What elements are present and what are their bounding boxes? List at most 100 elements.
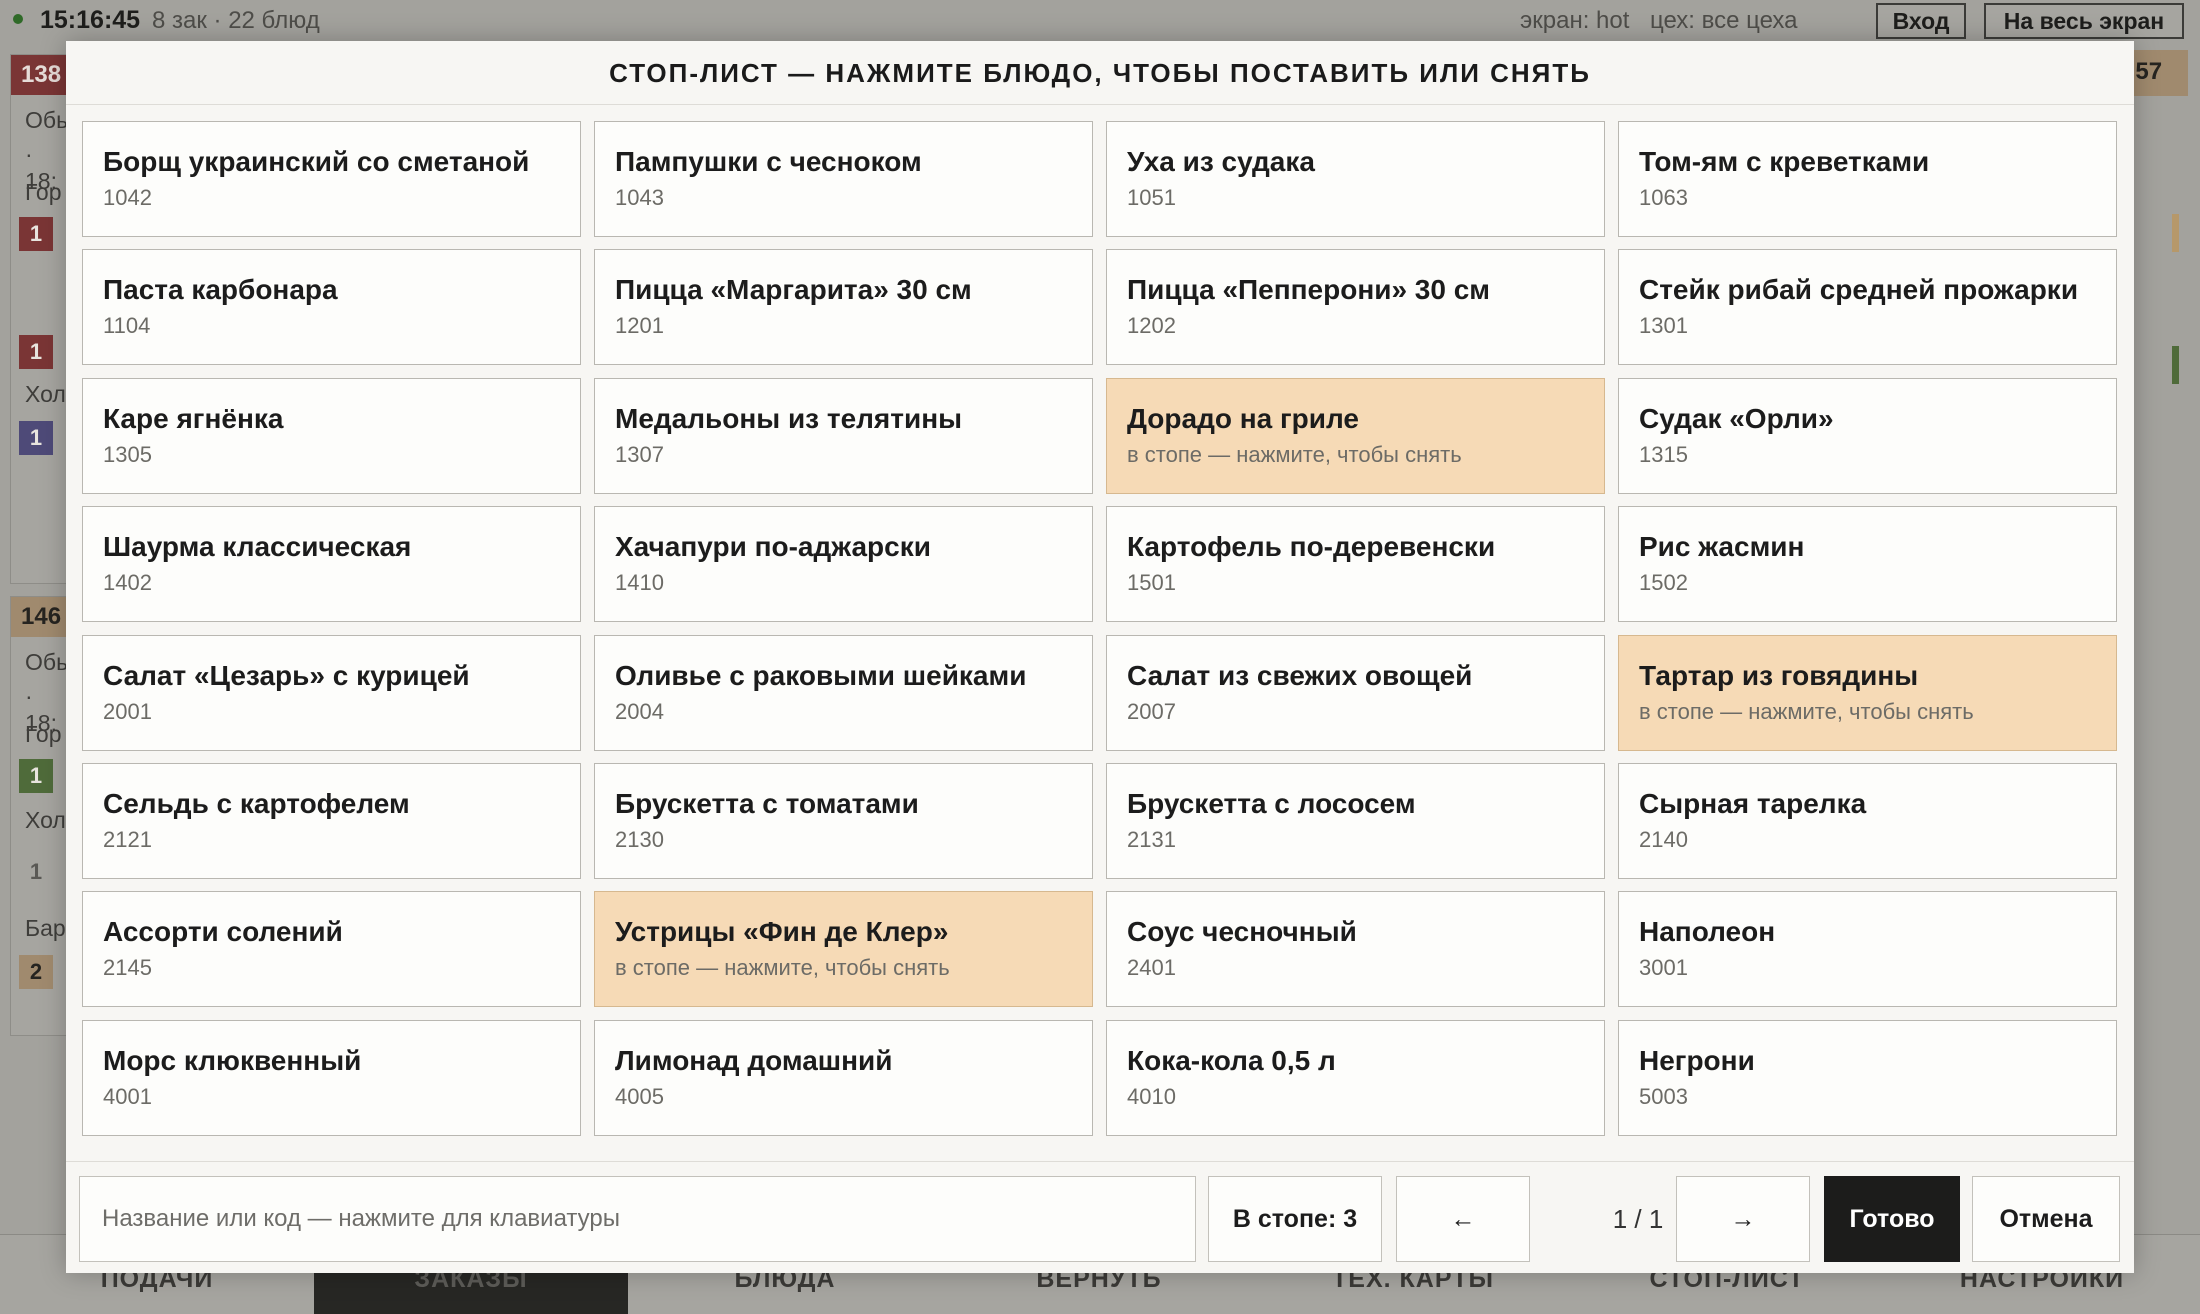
clock: 15:16:45 bbox=[40, 6, 141, 34]
dish-code: 2140 bbox=[1639, 827, 1688, 852]
status-bar-marker bbox=[2172, 346, 2179, 384]
dish-code: 1502 bbox=[1639, 570, 1688, 596]
dish-name: Салат «Цезарь» с курицей bbox=[103, 659, 470, 691]
dish-tile[interactable]: Пицца «Пепперони» 30 см 1202 bbox=[1106, 249, 1605, 366]
dish-name: Морс клюквенный bbox=[103, 1044, 362, 1076]
dish-name: Тартар из говядины bbox=[1639, 659, 1919, 691]
order-card[interactable]: 146 Обь · 18: Гор 1 Хол 1 Бар 2 bbox=[10, 596, 70, 1036]
dish-tile[interactable]: Дорадо на гриле в стопе — нажмите, чтобы … bbox=[1106, 377, 1605, 494]
dish-code: 4005 bbox=[615, 1083, 664, 1109]
qty-badge: 1 bbox=[19, 759, 53, 793]
dish-tile[interactable]: Паста карбонара 1104 bbox=[82, 249, 581, 366]
status-bar-marker bbox=[2172, 214, 2179, 252]
dish-name: Пицца «Пепперони» 30 см bbox=[1127, 274, 1491, 306]
dish-tile[interactable]: Салат из свежих овощей 2007 bbox=[1106, 634, 1605, 751]
order-group-label: Гор bbox=[25, 721, 62, 747]
dish-tile[interactable]: Судак «Орли» 1315 bbox=[1618, 377, 2117, 494]
top-status-bar: 15:16:45 8 зак · 22 блюд экран: hot цех:… bbox=[0, 0, 2200, 40]
dish-tile[interactable]: Пицца «Маргарита» 30 см 1201 bbox=[594, 249, 1093, 366]
dish-code: 1043 bbox=[615, 185, 664, 210]
dish-tile[interactable]: Негрони 5003 bbox=[1618, 1019, 2117, 1136]
dish-tile[interactable]: Оливье с раковыми шейками 2004 bbox=[594, 634, 1093, 751]
dish-tile[interactable]: Уха из судака 1051 bbox=[1106, 121, 1605, 237]
order-number: 138 bbox=[11, 55, 69, 95]
dish-name: Паста карбонара bbox=[103, 274, 338, 306]
dish-name: Том-ям с креветками bbox=[1639, 146, 1930, 177]
dish-tile[interactable]: Пампушки с чесноком 1043 bbox=[594, 121, 1093, 237]
dish-tile[interactable]: Борщ украинский со сметаной 1042 bbox=[82, 121, 581, 237]
dish-name: Брускетта с лососем bbox=[1127, 788, 1416, 819]
dish-tile[interactable]: Картофель по-деревенски 1501 bbox=[1106, 506, 1605, 623]
dish-name: Картофель по-деревенски bbox=[1127, 531, 1496, 563]
dish-code: 1051 bbox=[1127, 185, 1176, 210]
dish-code: 1305 bbox=[103, 441, 152, 467]
dish-tile[interactable]: Морс клюквенный 4001 bbox=[82, 1019, 581, 1136]
dish-stopped-hint: в стопе — нажмите, чтобы снять bbox=[1127, 441, 1462, 467]
dish-code: 2145 bbox=[103, 955, 152, 981]
dish-tile[interactable]: Сырная тарелка 2140 bbox=[1618, 763, 2117, 879]
dish-code: 2001 bbox=[103, 698, 152, 724]
dish-tile[interactable]: Хачапури по-аджарски 1410 bbox=[594, 506, 1093, 623]
dish-name: Сельдь с картофелем bbox=[103, 788, 410, 819]
dish-name: Стейк рибай средней прожарки bbox=[1639, 274, 2079, 306]
dish-name: Устрицы «Фин де Клер» bbox=[615, 916, 949, 948]
qty-badge: 2 bbox=[19, 955, 53, 989]
cancel-button[interactable]: Отмена bbox=[1972, 1176, 2120, 1262]
fullscreen-button[interactable]: На весь экран bbox=[1984, 3, 2184, 39]
order-group-label: Хол bbox=[25, 381, 66, 407]
dish-tile[interactable]: Медальоны из телятины 1307 bbox=[594, 377, 1093, 494]
dish-tile[interactable]: Салат «Цезарь» с курицей 2001 bbox=[82, 634, 581, 751]
order-group-label: Бар bbox=[25, 915, 66, 941]
dish-code: 1301 bbox=[1639, 313, 1688, 339]
orders-summary: 8 зак · 22 блюд bbox=[152, 7, 320, 34]
dish-name: Шаурма классическая bbox=[103, 531, 412, 563]
qty-badge: 1 bbox=[19, 855, 53, 889]
qty-badge: 1 bbox=[19, 217, 53, 251]
done-button[interactable]: Готово bbox=[1824, 1176, 1960, 1262]
dish-tile[interactable]: Ассорти солений 2145 bbox=[82, 891, 581, 1008]
dish-name: Брускетта с томатами bbox=[615, 788, 919, 819]
next-page-button[interactable]: → bbox=[1676, 1176, 1810, 1262]
dish-tile[interactable]: Устрицы «Фин де Клер» в стопе — нажмите, … bbox=[594, 891, 1093, 1008]
dish-tile[interactable]: Тартар из говядины в стопе — нажмите, что… bbox=[1618, 634, 2117, 751]
stop-count-button[interactable]: В стопе: 3 bbox=[1208, 1176, 1382, 1262]
qty-badge: 1 bbox=[19, 335, 53, 369]
dish-name: Сырная тарелка bbox=[1639, 788, 1867, 819]
dialog-footer: В стопе: 3 ← 1 / 1 → Готово Отмена bbox=[66, 1161, 2134, 1273]
dish-name: Ассорти солений bbox=[103, 916, 343, 948]
dish-tile[interactable]: Том-ям с креветками 1063 bbox=[1618, 121, 2117, 237]
dish-code: 4001 bbox=[103, 1083, 152, 1109]
dish-tile[interactable]: Наполеон 3001 bbox=[1618, 891, 2117, 1008]
dish-code: 2121 bbox=[103, 827, 152, 852]
dish-code: 1042 bbox=[103, 185, 152, 210]
dish-tile[interactable]: Соус чесночный 2401 bbox=[1106, 891, 1605, 1008]
dish-code: 5003 bbox=[1639, 1083, 1688, 1109]
dish-name: Хачапури по-аджарски bbox=[615, 531, 931, 563]
dish-tile[interactable]: Кока-кола 0,5 л 4010 bbox=[1106, 1019, 1605, 1136]
dish-name: Каре ягнёнка bbox=[103, 402, 284, 434]
dish-tile[interactable]: Брускетта с томатами 2130 bbox=[594, 763, 1093, 879]
order-line: Обь bbox=[25, 107, 69, 133]
dish-tile[interactable]: Брускетта с лососем 2131 bbox=[1106, 763, 1605, 879]
login-button[interactable]: Вход bbox=[1876, 3, 1966, 39]
dish-tile[interactable]: Каре ягнёнка 1305 bbox=[82, 377, 581, 494]
dish-code: 2007 bbox=[1127, 698, 1176, 724]
dish-code: 2131 bbox=[1127, 827, 1176, 852]
dish-stopped-hint: в стопе — нажмите, чтобы снять bbox=[615, 955, 950, 981]
dish-name: Дорадо на гриле bbox=[1127, 402, 1359, 434]
search-input[interactable] bbox=[79, 1176, 1196, 1262]
dish-code: 1501 bbox=[1127, 570, 1176, 596]
dish-tile[interactable]: Рис жасмин 1502 bbox=[1618, 506, 2117, 623]
prev-page-button[interactable]: ← bbox=[1396, 1176, 1530, 1262]
dish-name: Судак «Орли» bbox=[1639, 402, 1834, 434]
order-card[interactable]: 138 Обь · 18: Гор 1 1 Хол 1 bbox=[10, 54, 70, 584]
stop-list-dialog: СТОП-ЛИСТ — НАЖМИТЕ БЛЮДО, ЧТОБЫ ПОСТАВИ… bbox=[66, 41, 2134, 1273]
dish-tile[interactable]: Шаурма классическая 1402 bbox=[82, 506, 581, 623]
order-group-label: Гор bbox=[25, 179, 62, 205]
dish-grid: Борщ украинский со сметаной 1042 Пампушки … bbox=[82, 121, 2122, 1138]
dish-tile[interactable]: Лимонад домашний 4005 bbox=[594, 1019, 1093, 1136]
dish-tile[interactable]: Сельдь с картофелем 2121 bbox=[82, 763, 581, 879]
dish-code: 1201 bbox=[615, 313, 664, 339]
dish-tile[interactable]: Стейк рибай средней прожарки 1301 bbox=[1618, 249, 2117, 366]
dish-name: Наполеон bbox=[1639, 916, 1776, 948]
